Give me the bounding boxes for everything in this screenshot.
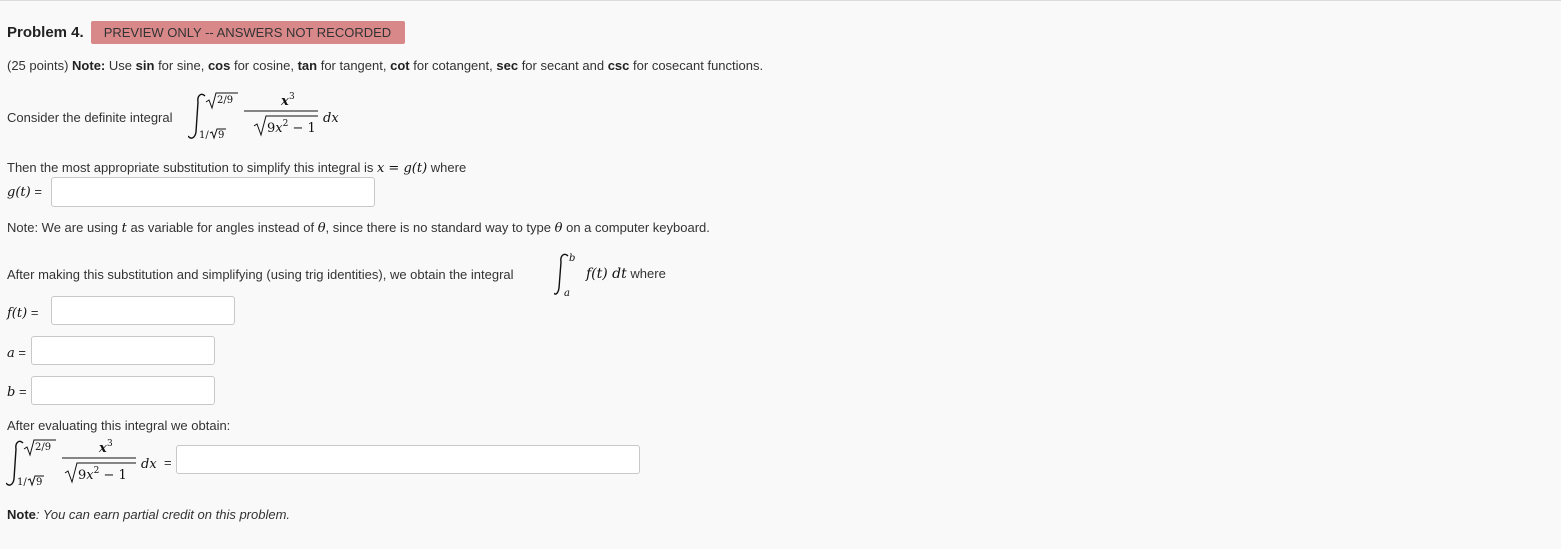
instructions: (25 points) Note: Use sin for sine, cos … (7, 58, 763, 73)
dx: dx (323, 111, 339, 126)
b-label: b (7, 385, 16, 400)
equals-sign: = (164, 455, 172, 470)
top-divider (0, 0, 1561, 1)
tan-keyword: tan (297, 58, 318, 73)
angle-note-text: as variable for angles instead of (130, 220, 315, 235)
instructions-text: Use (108, 58, 133, 73)
equals-sign: = (30, 305, 39, 320)
note-label: Note: (72, 58, 106, 73)
after-sub-text: After making this substitution and simpl… (7, 267, 514, 282)
b-label-group: b = (7, 384, 27, 400)
instructions-text: for cosecant functions. (633, 58, 764, 73)
angle-note: Note: We are using t as variable for ang… (7, 220, 710, 236)
substitution-equation: x = g(t) (376, 161, 428, 176)
upper-limit: 2/9 (35, 442, 51, 453)
numerator: x (280, 94, 289, 109)
g-label-group: g(t) = (7, 184, 42, 200)
definite-integral-math: 2/9 1/ 9 x 3 9x2 − 1 dx (188, 92, 339, 141)
equals-sign: = (18, 384, 27, 399)
svg-text:9: 9 (218, 130, 224, 141)
f-label-group: f(t) = (7, 305, 38, 321)
t-symbol: t (121, 221, 127, 236)
where-text: where (430, 160, 467, 175)
g-input[interactable] (51, 177, 375, 207)
instructions-text: for tangent, (320, 58, 387, 73)
preview-badge: PREVIEW ONLY -- ANSWERS NOT RECORDED (90, 20, 406, 44)
note-text: : You can earn partial credit on this pr… (35, 507, 291, 522)
equals-sign: = (34, 184, 42, 199)
svg-text:3: 3 (107, 439, 113, 449)
instructions-text: for secant and (521, 58, 605, 73)
evaluation-integral-math: 2/9 1/ 9 x 3 9x2 − 1 dx = (6, 439, 172, 488)
a-input[interactable] (31, 336, 215, 365)
cot-keyword: cot (390, 58, 410, 73)
problem-title: Problem 4. (7, 23, 84, 41)
a-label-group: a = (7, 345, 26, 361)
instructions-text: for cotangent, (413, 58, 493, 73)
where-text: where (630, 266, 666, 281)
integrand-group: f(t) dt where (586, 266, 666, 282)
g-label: g(t) (7, 185, 31, 200)
upper-limit: 2/9 (217, 95, 233, 106)
angle-note-text: , since there is no standard way to type (325, 220, 552, 235)
dx: dx (141, 457, 157, 472)
equals-sign: = (18, 345, 26, 360)
sin-keyword: sin (135, 58, 155, 73)
theta-symbol: θ (317, 221, 326, 236)
lower-limit: 1/ (17, 477, 27, 488)
f-input[interactable] (51, 296, 235, 325)
denominator: 9x2 − 1 (78, 466, 127, 483)
svg-text:9: 9 (36, 477, 42, 488)
cos-keyword: cos (207, 58, 231, 73)
a-label: a (7, 346, 15, 361)
denominator: 9x2 − 1 (267, 119, 316, 136)
angle-note-text: on a computer keyboard. (566, 220, 710, 235)
instructions-text: for cosine, (233, 58, 294, 73)
partial-credit-note: Note: You can earn partial credit on thi… (7, 507, 290, 522)
lower-limit: 1/ (199, 130, 209, 141)
lower-limit-a: a (564, 288, 570, 299)
instructions-text: for sine, (158, 58, 205, 73)
substitution-line: Then the most appropriate substitution t… (7, 160, 466, 176)
consider-text: Consider the definite integral (7, 110, 173, 125)
upper-limit-b: b (569, 253, 575, 264)
numerator: x (98, 441, 107, 456)
substitution-text: Then the most appropriate substitution t… (7, 160, 374, 175)
note-label: Note (7, 507, 36, 522)
f-label: f(t) (7, 306, 28, 321)
csc-keyword: csc (607, 58, 630, 73)
problem-header: Problem 4. PREVIEW ONLY -- ANSWERS NOT R… (7, 20, 406, 44)
points-text: (25 points) (7, 58, 69, 73)
b-input[interactable] (31, 376, 215, 405)
sec-keyword: sec (496, 58, 519, 73)
evaluate-text: After evaluating this integral we obtain… (7, 418, 231, 433)
svg-text:3: 3 (289, 92, 295, 102)
evaluation-input[interactable] (176, 445, 640, 474)
integrand: f(t) dt (586, 266, 627, 282)
theta-symbol: θ (554, 221, 563, 236)
angle-note-text: Note: We are using (7, 220, 119, 235)
